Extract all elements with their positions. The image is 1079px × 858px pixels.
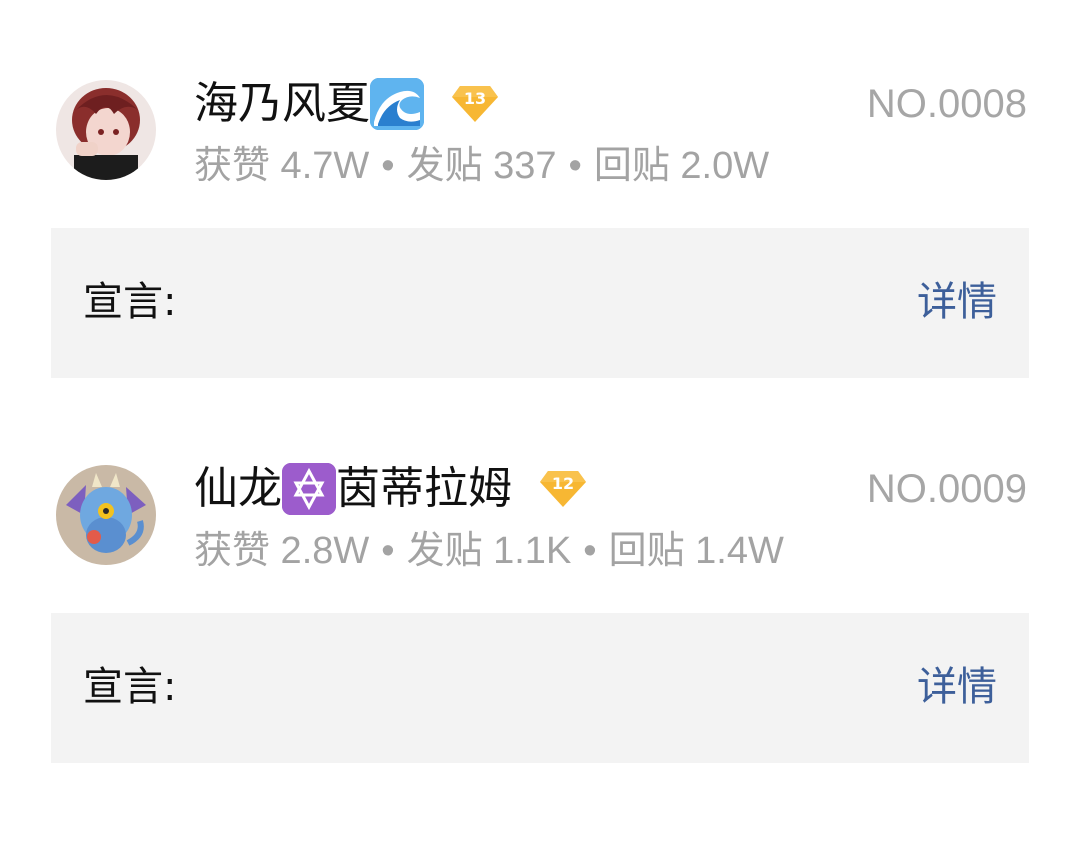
manifesto-label: 宣言: <box>83 279 177 325</box>
user-name-text: 仙龙 <box>194 463 282 514</box>
manifesto-panel: 宣言: 详情 <box>51 228 1029 378</box>
water-wave-icon <box>370 78 424 130</box>
user-name-text-suffix: 茵蒂拉姆 <box>336 463 512 514</box>
level-badge: 12 <box>540 469 586 509</box>
level-number: 13 <box>463 89 487 108</box>
star-of-david-icon <box>282 463 336 515</box>
user-stats: 获赞 4.7W • 发贴 337 • 回贴 2.0W <box>194 142 769 190</box>
user-avatar[interactable] <box>56 80 156 180</box>
user-name-text: 海乃风夏 <box>194 78 370 129</box>
user-stats: 获赞 2.8W • 发贴 1.1K • 回贴 1.4W <box>194 527 784 575</box>
user-name[interactable]: 仙龙 茵蒂拉姆 12 <box>194 463 586 515</box>
detail-link[interactable]: 详情 <box>917 663 997 711</box>
avatar-image <box>56 465 156 565</box>
avatar-image <box>56 80 156 180</box>
stats-separator: • <box>381 145 395 187</box>
likes-count: 获赞 2.8W <box>194 530 370 572</box>
replies-count: 回贴 1.4W <box>608 530 784 572</box>
posts-count: 发贴 337 <box>406 145 557 187</box>
replies-count: 回贴 2.0W <box>593 145 770 187</box>
likes-count: 获赞 4.7W <box>194 145 370 187</box>
rank-number: NO.0008 <box>866 82 1027 126</box>
user-avatar[interactable] <box>56 465 156 565</box>
detail-link[interactable]: 详情 <box>917 278 997 326</box>
stats-separator: • <box>568 145 582 187</box>
manifesto-panel: 宣言: 详情 <box>51 613 1029 763</box>
user-name[interactable]: 海乃风夏 13 <box>194 78 498 130</box>
user-entry: 仙龙 茵蒂拉姆 12 NO.0009 获赞 2.8W • 发贴 1.1K • 回贴 1.… <box>0 385 1079 763</box>
level-number: 12 <box>551 474 575 493</box>
stats-separator: • <box>381 530 395 572</box>
rank-number: NO.0009 <box>866 467 1027 511</box>
posts-count: 发贴 1.1K <box>406 530 572 572</box>
manifesto-label: 宣言: <box>83 664 177 710</box>
level-badge: 13 <box>452 84 498 124</box>
stats-separator: • <box>583 530 597 572</box>
user-entry: 海乃风夏 13 NO.0008 获赞 4.7W • 发贴 337 • 回贴 2.0W 宣… <box>0 0 1079 378</box>
